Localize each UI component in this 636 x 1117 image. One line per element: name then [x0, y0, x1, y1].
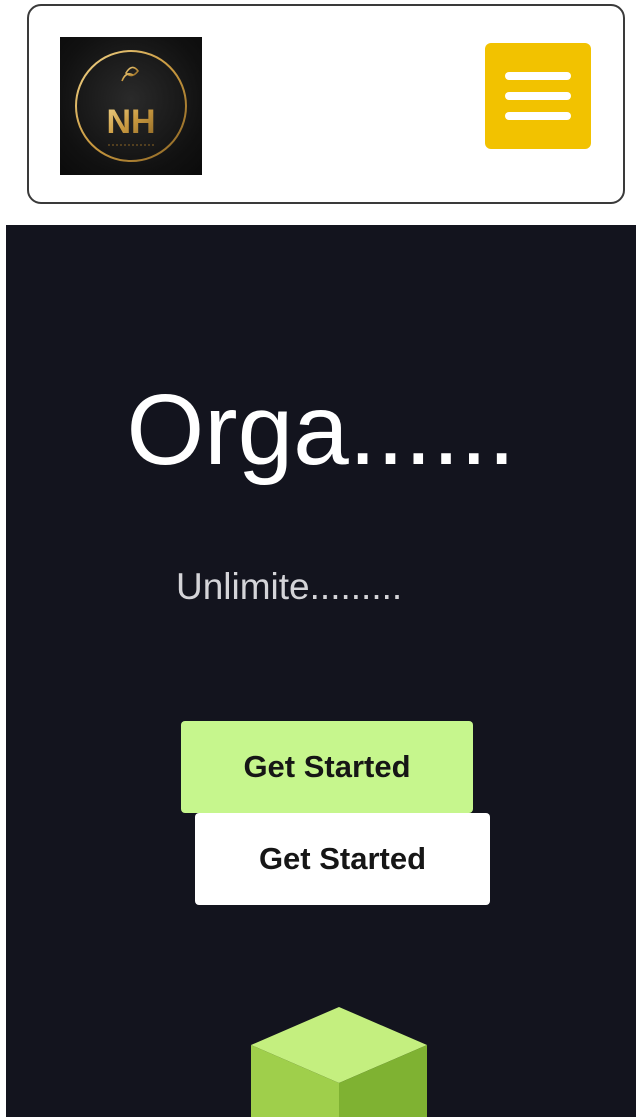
site-header: NH — [27, 4, 625, 204]
hamburger-menu-icon — [505, 72, 571, 120]
hero-section: Orga...... Unlimite......... Get Started… — [6, 225, 636, 1117]
get-started-primary-button[interactable]: Get Started — [181, 721, 473, 813]
hero-title: Orga...... — [126, 374, 516, 486]
logo-emblem-icon: NH — [75, 50, 187, 162]
brand-logo[interactable]: NH — [60, 37, 202, 175]
page: NH Orga...... Unlimite......... Get Star… — [0, 0, 636, 1117]
get-started-secondary-button[interactable]: Get Started — [195, 813, 490, 905]
menu-button[interactable] — [485, 43, 591, 149]
cube-graphic — [251, 1007, 427, 1117]
hero-subtitle: Unlimite......... — [176, 566, 403, 607]
logo-text: NH — [106, 103, 155, 141]
